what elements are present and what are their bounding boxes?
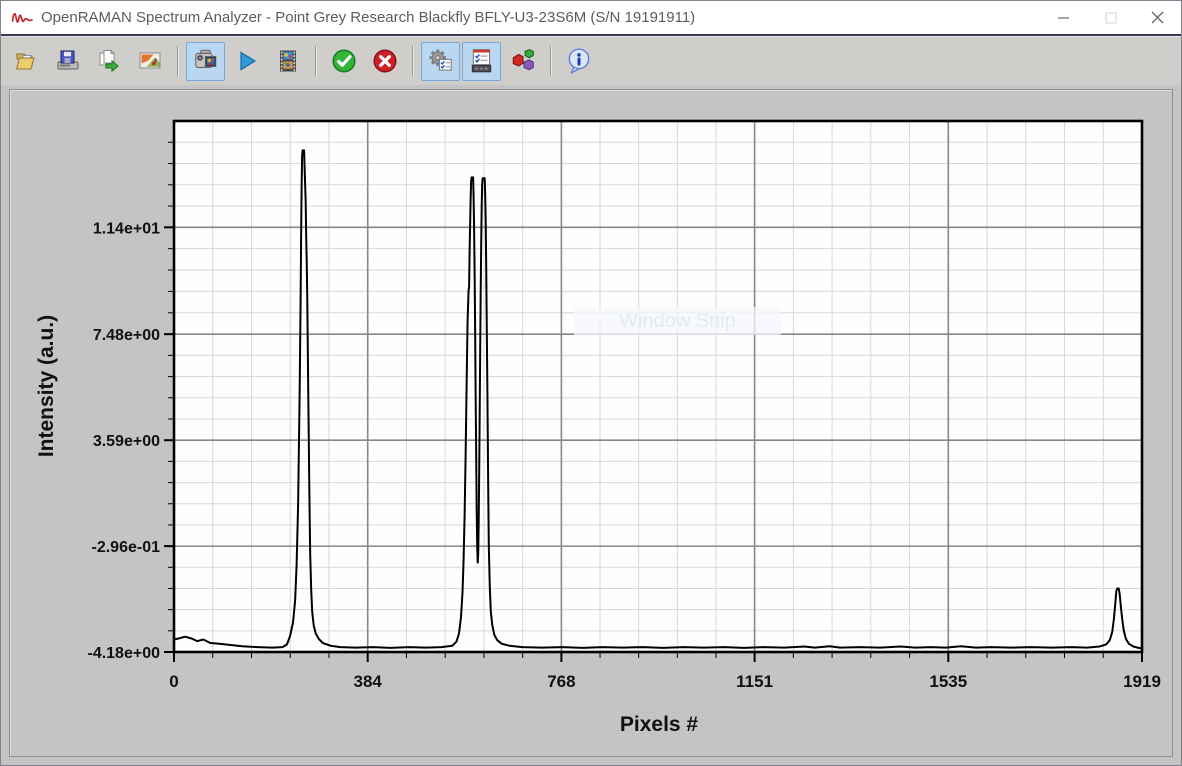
toolbar bbox=[1, 36, 1181, 85]
content-area bbox=[1, 85, 1181, 765]
x-axis-label: Pixels # bbox=[620, 713, 698, 737]
options-button[interactable] bbox=[462, 42, 501, 81]
app-logo-icon bbox=[11, 9, 33, 27]
titlebar: OpenRAMAN Spectrum Analyzer - Point Grey… bbox=[1, 1, 1181, 34]
save-button[interactable] bbox=[48, 42, 87, 81]
cancel-icon bbox=[371, 47, 399, 75]
filmstrip-icon bbox=[275, 48, 301, 74]
maximize-button[interactable] bbox=[1087, 1, 1134, 34]
maximize-icon bbox=[1105, 12, 1117, 24]
image-button[interactable] bbox=[130, 42, 169, 81]
open-button[interactable] bbox=[7, 42, 46, 81]
play-icon bbox=[234, 48, 260, 74]
camera-icon bbox=[192, 47, 220, 75]
toolbar-separator bbox=[177, 46, 178, 76]
toolbar-separator bbox=[315, 46, 316, 76]
close-button[interactable] bbox=[1134, 1, 1181, 34]
settings-button[interactable] bbox=[421, 42, 460, 81]
about-button[interactable] bbox=[559, 42, 598, 81]
chart-panel bbox=[9, 89, 1173, 757]
camera-button[interactable] bbox=[186, 42, 225, 81]
toolbar-separator bbox=[412, 46, 413, 76]
charts-button[interactable] bbox=[503, 42, 542, 81]
accept-icon bbox=[330, 47, 358, 75]
minimize-button[interactable] bbox=[1040, 1, 1087, 34]
app-window: OpenRAMAN Spectrum Analyzer - Point Grey… bbox=[0, 0, 1182, 766]
cancel-button[interactable] bbox=[365, 42, 404, 81]
window-controls bbox=[1040, 1, 1181, 34]
window-title: OpenRAMAN Spectrum Analyzer - Point Grey… bbox=[41, 9, 1040, 26]
video-button[interactable] bbox=[268, 42, 307, 81]
folder-open-icon bbox=[14, 48, 40, 74]
checklist-icon bbox=[468, 47, 496, 75]
watermark-window-snip: Window Snip bbox=[574, 307, 781, 335]
y-axis-label: Intensity (a.u.) bbox=[35, 315, 59, 457]
accept-button[interactable] bbox=[324, 42, 363, 81]
export-icon bbox=[96, 48, 122, 74]
export-button[interactable] bbox=[89, 42, 128, 81]
minimize-icon bbox=[1058, 12, 1070, 24]
info-icon bbox=[565, 47, 593, 75]
play-button[interactable] bbox=[227, 42, 266, 81]
blocks-icon bbox=[509, 47, 537, 75]
settings-gear-icon bbox=[427, 47, 455, 75]
save-icon bbox=[55, 48, 81, 74]
close-icon bbox=[1151, 11, 1164, 24]
image-icon bbox=[137, 48, 163, 74]
toolbar-separator bbox=[550, 46, 551, 76]
